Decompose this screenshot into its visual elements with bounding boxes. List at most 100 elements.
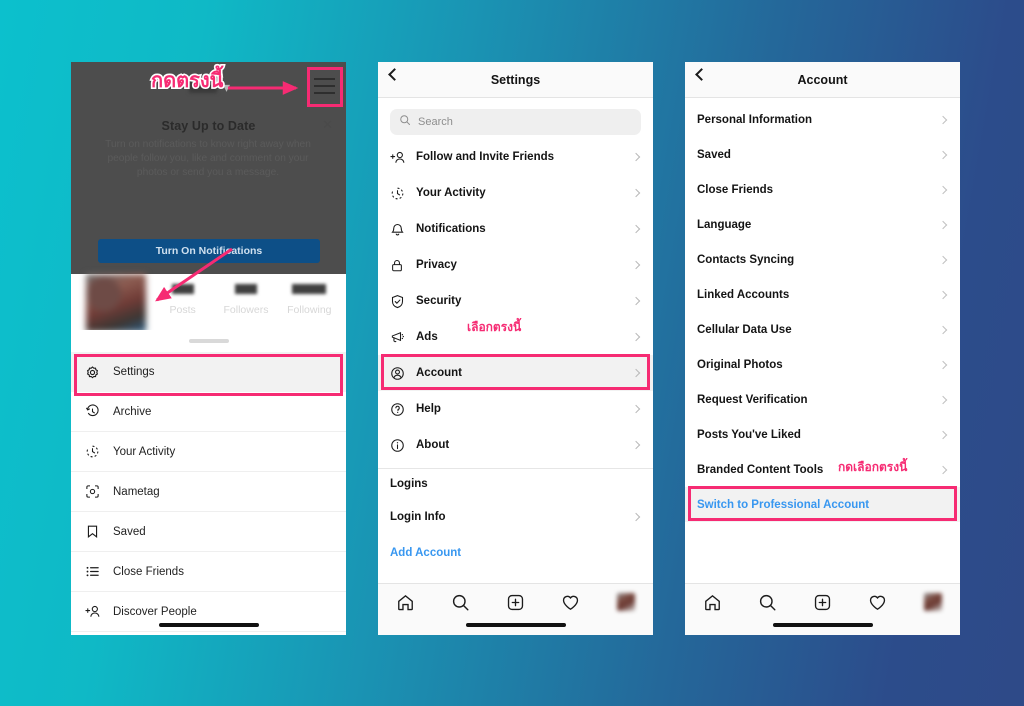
settings-item-help[interactable]: Help (378, 391, 653, 427)
settings-item-account[interactable]: Account (378, 355, 653, 391)
account-item-posts-youve-liked[interactable]: Posts You've Liked (685, 417, 960, 452)
account-item-label: Original Photos (697, 358, 783, 371)
account-item-language[interactable]: Language (685, 207, 960, 242)
tab-add-post[interactable] (795, 593, 850, 612)
add-account-label: Add Account (390, 547, 462, 559)
phone-1-profile-menu: ▾ Stay Up to Date ✕ Turn on notification… (71, 62, 346, 635)
lock-icon (390, 258, 416, 273)
megaphone-icon (390, 330, 416, 345)
tab-activity[interactable] (850, 593, 905, 612)
stat-label: Posts (169, 304, 196, 316)
banner-body: Turn on notifications to know right away… (105, 139, 311, 178)
add-person-icon (390, 150, 416, 165)
settings-item-privacy[interactable]: Privacy (378, 247, 653, 283)
settings-navbar: Settings (378, 62, 653, 98)
settings-item-notifications[interactable]: Notifications (378, 211, 653, 247)
menu-list: Settings Archive Your Activity Nametag S… (71, 352, 346, 632)
chevron-right-icon (938, 465, 948, 474)
tab-search[interactable] (740, 593, 795, 612)
account-item-label: Saved (697, 148, 731, 161)
activity-clock-icon (85, 444, 113, 459)
settings-item-about[interactable]: About (378, 427, 653, 463)
account-item-saved[interactable]: Saved (685, 137, 960, 172)
nametag-icon (85, 484, 113, 499)
chevron-down-icon[interactable]: ▾ (223, 80, 230, 94)
chevron-right-icon (938, 430, 948, 439)
menu-item-nametag[interactable]: Nametag (71, 472, 346, 512)
tab-profile[interactable] (905, 593, 960, 611)
chevron-right-icon (631, 512, 641, 522)
tab-home[interactable] (378, 593, 433, 612)
settings-item-login-info[interactable]: Login Info (378, 499, 653, 535)
account-item-label: Contacts Syncing (697, 253, 795, 266)
account-item-contacts-syncing[interactable]: Contacts Syncing (685, 242, 960, 277)
menu-item-archive[interactable]: Archive (71, 392, 346, 432)
phone-2-settings: Settings Search Follow and Invite Friend… (378, 62, 653, 635)
chevron-right-icon (631, 332, 641, 342)
stat-followers[interactable]: Followers (214, 280, 277, 328)
settings-item-label: Notifications (416, 223, 486, 235)
stat-following[interactable]: Following (278, 280, 341, 328)
posts-count-blurred (171, 284, 194, 294)
settings-item-label: About (416, 439, 450, 451)
account-item-label: Language (697, 218, 752, 231)
sheet-grabber[interactable] (188, 339, 229, 343)
settings-item-security[interactable]: Security (378, 283, 653, 319)
bottom-tabbar (685, 583, 960, 635)
account-item-personal-information[interactable]: Personal Information (685, 102, 960, 137)
chevron-right-icon (938, 325, 948, 334)
chevron-right-icon (631, 224, 641, 234)
info-circle-icon (390, 438, 416, 453)
chevron-right-icon (631, 368, 641, 378)
account-circle-icon (390, 366, 416, 381)
account-item-close-friends[interactable]: Close Friends (685, 172, 960, 207)
account-list: Personal Information Saved Close Friends… (685, 102, 960, 522)
switch-link-label: Switch to Professional Account (697, 498, 870, 511)
bell-icon (390, 222, 416, 237)
tab-profile[interactable] (598, 593, 653, 611)
menu-item-label: Discover People (113, 605, 197, 618)
chevron-right-icon (938, 220, 948, 229)
menu-item-settings[interactable]: Settings (71, 352, 346, 392)
menu-item-saved[interactable]: Saved (71, 512, 346, 552)
tab-activity[interactable] (543, 593, 598, 612)
home-indicator (158, 623, 259, 627)
add-account-link[interactable]: Add Account (378, 535, 653, 571)
profile-avatar (923, 593, 942, 611)
settings-item-follow-and-invite-friends[interactable]: Follow and Invite Friends (378, 139, 653, 175)
chevron-right-icon (631, 296, 641, 306)
search-placeholder: Search (418, 116, 453, 128)
stat-posts[interactable]: Posts (151, 280, 214, 328)
chevron-right-icon (938, 395, 948, 404)
menu-item-close-friends[interactable]: Close Friends (71, 552, 346, 592)
settings-item-label: Login Info (390, 511, 446, 523)
chevron-right-icon (938, 150, 948, 159)
home-indicator (772, 623, 873, 627)
account-item-cellular-data-use[interactable]: Cellular Data Use (685, 312, 960, 347)
settings-item-label: Account (416, 367, 462, 379)
following-count-blurred (292, 284, 327, 294)
account-item-branded-content-tools[interactable]: Branded Content Tools (685, 452, 960, 487)
search-input[interactable]: Search (390, 109, 641, 135)
activity-clock-icon (390, 186, 416, 201)
stat-label: Following (287, 304, 332, 316)
chevron-right-icon (938, 115, 948, 124)
menu-item-your-activity[interactable]: Your Activity (71, 432, 346, 472)
tab-search[interactable] (433, 593, 488, 612)
switch-to-professional-account-link[interactable]: Switch to Professional Account (685, 487, 960, 522)
account-item-request-verification[interactable]: Request Verification (685, 382, 960, 417)
tab-home[interactable] (685, 593, 740, 612)
close-icon[interactable]: ✕ (322, 118, 333, 131)
hamburger-menu-icon[interactable] (314, 78, 335, 94)
tab-add-post[interactable] (488, 593, 543, 612)
page-title: Account (797, 72, 848, 87)
chevron-right-icon (938, 360, 948, 369)
turn-on-notifications-button[interactable]: Turn On Notifications (98, 239, 320, 263)
account-item-original-photos[interactable]: Original Photos (685, 347, 960, 382)
settings-item-your-activity[interactable]: Your Activity (378, 175, 653, 211)
profile-stats: Posts Followers Following (151, 280, 341, 328)
account-item-linked-accounts[interactable]: Linked Accounts (685, 277, 960, 312)
stat-label: Followers (223, 304, 269, 316)
search-icon (399, 113, 411, 131)
account-navbar: Account (685, 62, 960, 98)
